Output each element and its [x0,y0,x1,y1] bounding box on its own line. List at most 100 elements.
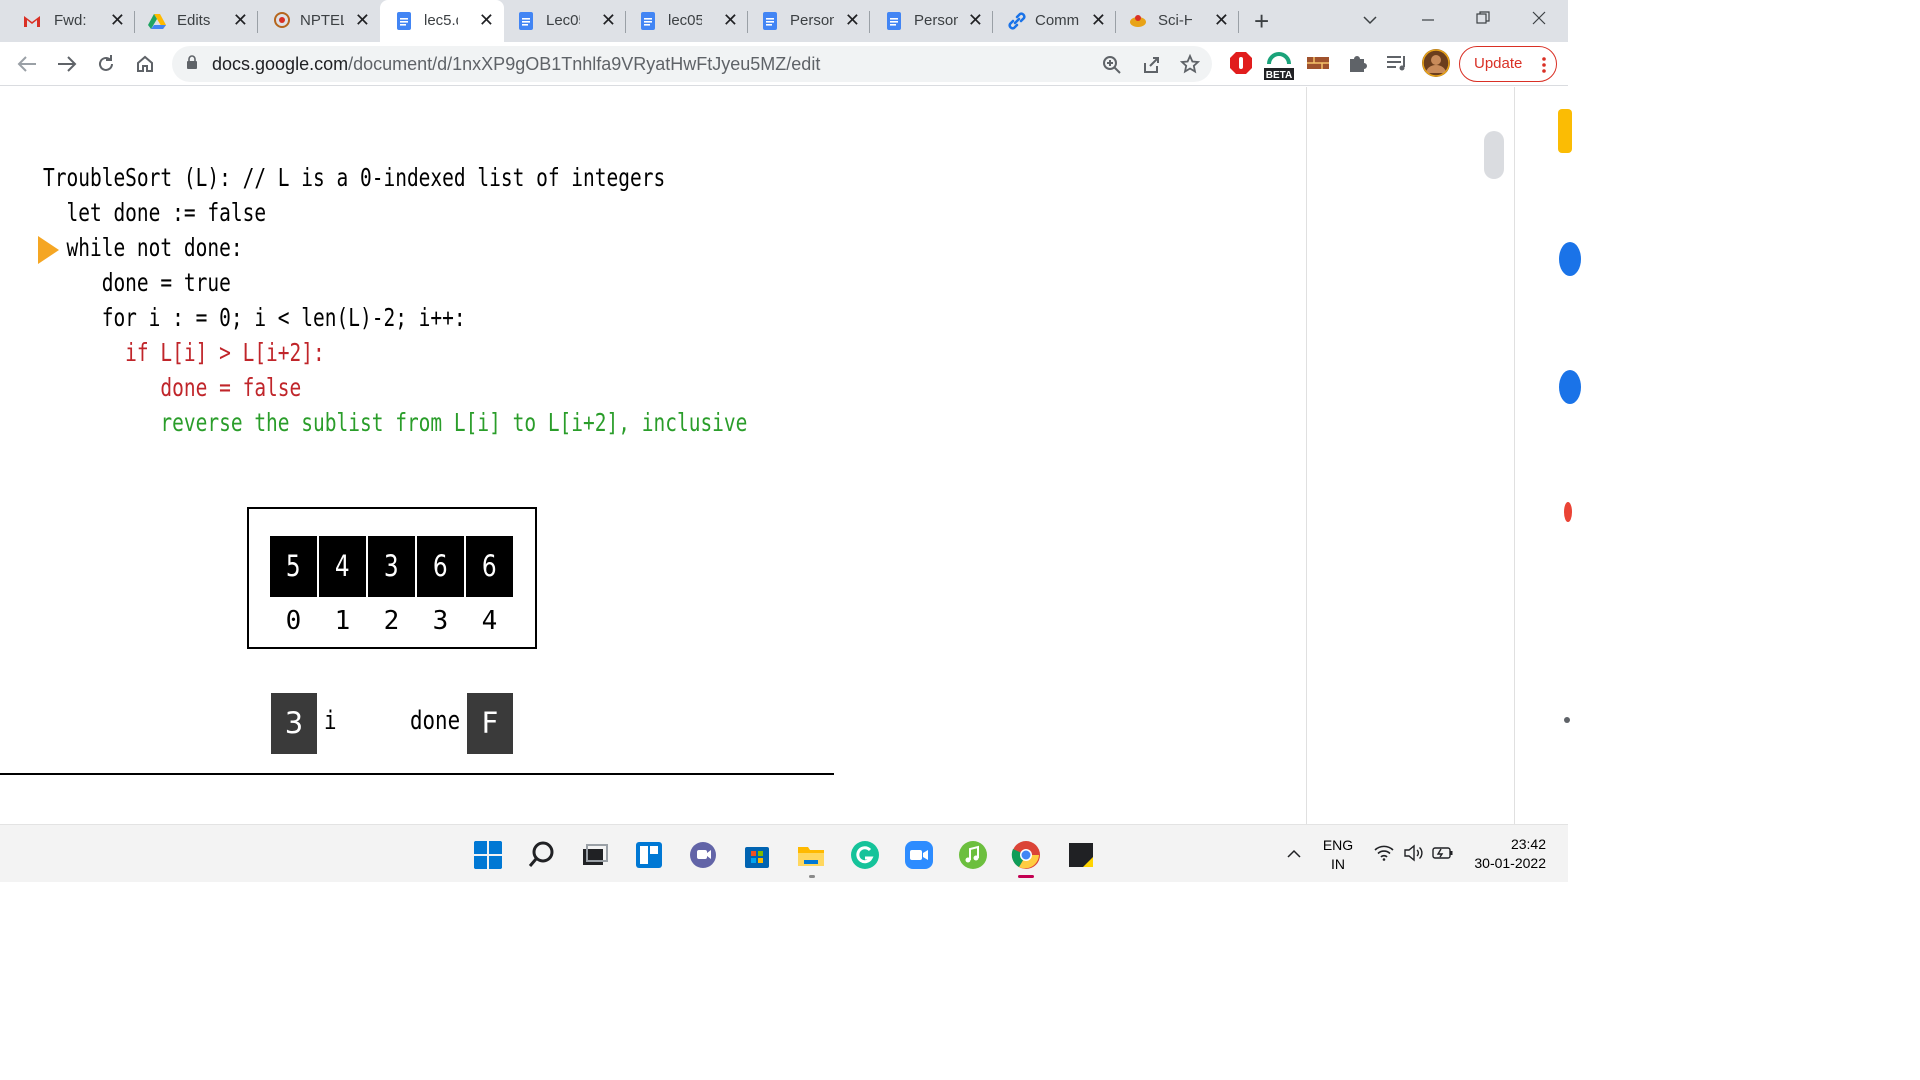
widgets-icon[interactable] [634,840,664,870]
close-icon[interactable]: ✕ [968,10,983,31]
array-cell-4: 6 [466,536,513,597]
code-line-8: reverse the sublist from L[i] to L[i+2],… [43,408,748,437]
lock-icon [187,55,197,69]
array-index-4: 4 [481,606,498,636]
link-icon [1008,12,1026,30]
array-cell-value: 5 [286,549,301,583]
google-docs-icon [397,12,411,30]
array-cell-3: 6 [417,536,464,597]
keep-addon-icon[interactable] [1558,109,1572,153]
share-icon[interactable] [1141,55,1161,75]
tab-gmail[interactable]: Fwd: R ✕ [12,0,135,42]
language-indicator[interactable]: ENG IN [1318,836,1358,874]
url-path: /document/d/1nxXP9gOB1Tnhlfa9VRyatHwFtJy… [348,54,821,74]
google-drive-icon [148,14,166,29]
file-explorer-icon[interactable] [796,840,826,870]
tab-title: lec05-\ [668,12,702,29]
beta-extension-icon[interactable]: BETA [1264,48,1294,80]
code-line-7: done = false [43,373,302,402]
tasks-addon-icon[interactable] [1559,242,1581,276]
close-icon[interactable]: ✕ [233,10,248,31]
var-i-label: i [324,706,337,736]
close-icon[interactable]: ✕ [1214,10,1229,31]
sticky-notes-icon[interactable] [1066,840,1096,870]
tab-search-chevron-icon[interactable] [1362,12,1378,28]
tab-drive[interactable]: Edits - ✕ [135,0,258,42]
google-docs-icon [519,12,533,30]
volume-icon[interactable] [1403,844,1423,862]
tab-sci-hub[interactable]: Sci-Hu ✕ [1116,0,1239,42]
array-index-0: 0 [285,606,302,636]
clock[interactable]: 23:42 30-01-2022 [1474,835,1546,873]
google-docs-icon [887,12,901,30]
scrollbar-thumb[interactable] [1484,131,1504,179]
music-app-icon[interactable] [958,840,988,870]
bookmark-star-icon[interactable] [1180,54,1200,74]
windows-start-icon[interactable] [473,840,503,870]
minimize-icon[interactable] [1420,12,1436,28]
language-bottom: IN [1331,856,1345,872]
code-line-3: while not done: [43,233,243,262]
brick-extension-icon[interactable] [1305,50,1331,76]
tab-title: Edits - [177,12,211,29]
update-button[interactable]: Update [1459,46,1557,82]
profile-avatar[interactable] [1422,49,1450,77]
array-index-3: 3 [432,606,449,636]
new-tab-button[interactable]: + [1254,6,1269,37]
teams-chat-icon[interactable] [688,840,718,870]
calendar-addon-icon[interactable] [1559,370,1581,404]
var-done-value: F [467,693,513,754]
tab-lec5-active[interactable]: lec5.dc ✕ [380,0,504,42]
right-side-rail [1514,87,1581,824]
tab-comm[interactable]: Comm ✕ [993,0,1116,42]
tab-lec05-v[interactable]: lec05-\ ✕ [626,0,748,42]
tab-title: NPTEL [300,12,344,29]
close-window-icon[interactable] [1531,10,1547,26]
chrome-icon[interactable] [1011,840,1041,870]
array-cell-value: 6 [433,549,448,583]
media-queue-icon[interactable] [1384,50,1410,76]
search-icon[interactable] [527,840,557,870]
tab-person-2[interactable]: Person ✕ [870,0,993,42]
tab-person-1[interactable]: Person ✕ [748,0,870,42]
tab-strip: Fwd: R ✕ Edits - ✕ NPTEL ✕ lec5.dc ✕ Lec… [0,0,1568,42]
tab-lec05[interactable]: Lec05- ✕ [504,0,626,42]
reload-icon[interactable] [96,54,116,74]
clock-date: 30-01-2022 [1474,855,1546,871]
close-icon[interactable]: ✕ [479,10,494,31]
address-bar[interactable]: docs.google.com/document/d/1nxXP9gOB1Tnh… [172,46,1212,82]
close-icon[interactable]: ✕ [355,10,370,31]
array-cell-1: 4 [319,536,366,597]
tab-title: Comm [1035,12,1079,29]
zoom-icon[interactable] [1102,55,1122,75]
url-host: docs.google.com [212,54,349,74]
gmail-icon [24,16,40,27]
restore-icon[interactable] [1475,10,1491,26]
tray-chevron-up-icon[interactable] [1286,847,1302,859]
adblock-extension-icon[interactable] [1228,50,1254,76]
close-icon[interactable]: ✕ [1091,10,1106,31]
wifi-icon[interactable] [1374,845,1394,861]
code-line-4: done = true [43,268,231,297]
zoom-app-icon[interactable] [904,840,934,870]
tab-title: Person [914,12,958,29]
tab-nptel[interactable]: NPTEL ✕ [258,0,380,42]
microsoft-store-icon[interactable] [742,840,772,870]
close-icon[interactable]: ✕ [723,10,738,31]
contacts-addon-icon[interactable] [1564,502,1572,522]
get-addons-icon[interactable] [1564,717,1570,723]
home-icon[interactable] [135,54,155,74]
back-arrow-icon[interactable] [16,54,38,74]
close-icon[interactable]: ✕ [110,10,125,31]
extensions-puzzle-icon[interactable] [1345,50,1371,76]
array-cell-value: 4 [335,549,350,583]
grammarly-icon[interactable] [850,840,880,870]
forward-arrow-icon[interactable] [56,54,78,74]
task-view-icon[interactable] [580,840,610,870]
tab-title: Person [790,12,834,29]
battery-icon[interactable] [1432,845,1454,861]
url-text[interactable]: docs.google.com/document/d/1nxXP9gOB1Tnh… [212,54,820,75]
close-icon[interactable]: ✕ [845,10,860,31]
close-icon[interactable]: ✕ [601,10,616,31]
more-menu-icon[interactable] [1542,57,1546,73]
